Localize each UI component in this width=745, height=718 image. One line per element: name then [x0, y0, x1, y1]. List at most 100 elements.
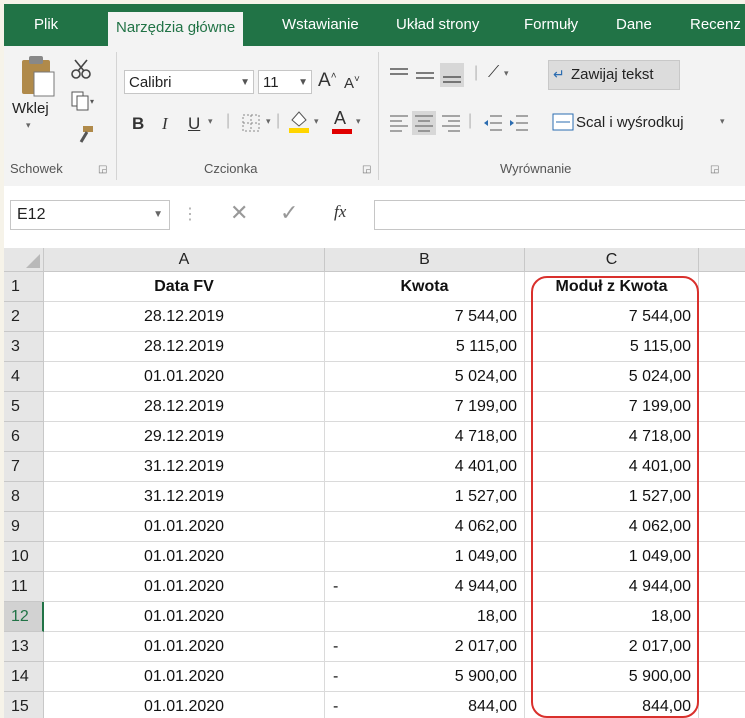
cut-icon[interactable] [70, 58, 92, 80]
alignment-launcher-icon[interactable]: ◲ [710, 164, 719, 175]
cell-abs-amount[interactable]: 4 062,00 [525, 512, 699, 542]
font-color-button[interactable]: A [330, 108, 354, 136]
row-header[interactable]: 13 [4, 632, 44, 662]
cell-amount[interactable]: 7 544,00 [325, 302, 525, 332]
borders-dropdown-icon[interactable]: ▾ [266, 116, 271, 127]
row-header[interactable]: 12 [4, 602, 44, 632]
font-color-dropdown-icon[interactable]: ▾ [356, 116, 361, 127]
cell-date[interactable]: 01.01.2020 [44, 662, 325, 692]
fill-color-icon[interactable] [286, 108, 312, 134]
cell-amount[interactable]: - 2 017,00 [325, 632, 525, 662]
cancel-icon[interactable]: ✕ [230, 200, 248, 226]
cell-abs-amount[interactable]: 5 115,00 [525, 332, 699, 362]
row-header[interactable]: 7 [4, 452, 44, 482]
borders-icon[interactable] [240, 112, 262, 134]
align-right-icon[interactable] [440, 112, 462, 134]
orientation-icon[interactable]: ⟋ [488, 64, 499, 82]
tab-formulas[interactable]: Formuły [524, 4, 578, 46]
empty-cell[interactable] [699, 542, 745, 572]
font-name-combo[interactable]: Calibri ▼ [124, 70, 254, 94]
cell-amount[interactable]: - 5 900,00 [325, 662, 525, 692]
italic-button[interactable]: I [162, 114, 168, 134]
orientation-dropdown-icon[interactable]: ▾ [504, 68, 509, 79]
font-launcher-icon[interactable]: ◲ [362, 164, 371, 175]
select-all-corner[interactable] [4, 248, 44, 272]
tab-review[interactable]: Recenz [690, 4, 741, 46]
header-cell-b[interactable]: Kwota [325, 272, 525, 302]
increase-indent-icon[interactable] [508, 112, 530, 134]
shrink-font-button[interactable]: A˅ [344, 74, 360, 92]
bold-button[interactable]: B [132, 114, 144, 134]
cell-amount[interactable]: 1 527,00 [325, 482, 525, 512]
copy-icon[interactable]: ▾ [70, 90, 96, 112]
row-header[interactable]: 4 [4, 362, 44, 392]
empty-cell[interactable] [699, 602, 745, 632]
cell-amount[interactable]: 5 024,00 [325, 362, 525, 392]
cell-amount[interactable]: 7 199,00 [325, 392, 525, 422]
grow-font-button[interactable]: A˄ [318, 70, 337, 92]
align-middle-icon[interactable] [414, 64, 436, 86]
row-header[interactable]: 11 [4, 572, 44, 602]
cell-date[interactable]: 28.12.2019 [44, 392, 325, 422]
empty-cell[interactable] [699, 692, 745, 718]
cell-amount[interactable]: 18,00 [325, 602, 525, 632]
empty-cell[interactable] [699, 452, 745, 482]
tab-insert[interactable]: Wstawianie [282, 4, 359, 46]
name-box[interactable]: E12 ▼ [10, 200, 170, 230]
row-header[interactable]: 6 [4, 422, 44, 452]
cell-abs-amount[interactable]: 5 024,00 [525, 362, 699, 392]
decrease-indent-icon[interactable] [482, 112, 504, 134]
empty-cell[interactable] [699, 572, 745, 602]
cell-abs-amount[interactable]: 1 527,00 [525, 482, 699, 512]
cell-amount[interactable]: 4 062,00 [325, 512, 525, 542]
cell-abs-amount[interactable]: 4 401,00 [525, 452, 699, 482]
cell-date[interactable]: 28.12.2019 [44, 332, 325, 362]
row-header[interactable]: 10 [4, 542, 44, 572]
cell-abs-amount[interactable]: 18,00 [525, 602, 699, 632]
cell-amount[interactable]: - 844,00 [325, 692, 525, 718]
column-header-b[interactable]: B [325, 248, 525, 272]
underline-dropdown-icon[interactable]: ▾ [208, 116, 213, 127]
empty-cell[interactable] [699, 392, 745, 422]
insert-function-icon[interactable]: fx [334, 202, 346, 222]
empty-cell[interactable] [699, 272, 745, 302]
cell-abs-amount[interactable]: 7 199,00 [525, 392, 699, 422]
cell-abs-amount[interactable]: 844,00 [525, 692, 699, 718]
cell-date[interactable]: 01.01.2020 [44, 602, 325, 632]
row-header[interactable]: 2 [4, 302, 44, 332]
empty-cell[interactable] [699, 662, 745, 692]
empty-cell[interactable] [699, 362, 745, 392]
cell-date[interactable]: 01.01.2020 [44, 542, 325, 572]
fill-color-dropdown-icon[interactable]: ▾ [314, 116, 319, 127]
empty-cell[interactable] [699, 512, 745, 542]
align-top-icon[interactable] [388, 64, 410, 86]
tab-data[interactable]: Dane [616, 4, 652, 46]
column-header-d[interactable] [699, 248, 745, 272]
clipboard-launcher-icon[interactable]: ◲ [98, 164, 107, 175]
cell-date[interactable]: 01.01.2020 [44, 632, 325, 662]
cell-abs-amount[interactable]: 4 718,00 [525, 422, 699, 452]
empty-cell[interactable] [699, 632, 745, 662]
underline-button[interactable]: U [188, 114, 200, 134]
row-header[interactable]: 1 [4, 272, 44, 302]
empty-cell[interactable] [699, 302, 745, 332]
row-header[interactable]: 14 [4, 662, 44, 692]
column-header-c[interactable]: C [525, 248, 699, 272]
cell-amount[interactable]: 4 718,00 [325, 422, 525, 452]
cell-amount[interactable]: 5 115,00 [325, 332, 525, 362]
row-header[interactable]: 8 [4, 482, 44, 512]
cell-date[interactable]: 01.01.2020 [44, 692, 325, 718]
tab-page-layout[interactable]: Układ strony [396, 4, 479, 46]
cell-amount[interactable]: 1 049,00 [325, 542, 525, 572]
empty-cell[interactable] [699, 482, 745, 512]
row-header[interactable]: 9 [4, 512, 44, 542]
cell-date[interactable]: 31.12.2019 [44, 452, 325, 482]
formula-input[interactable] [374, 200, 745, 230]
cell-date[interactable]: 29.12.2019 [44, 422, 325, 452]
empty-cell[interactable] [699, 332, 745, 362]
wrap-text-button[interactable]: ↵ Zawijaj tekst [548, 60, 680, 90]
cell-abs-amount[interactable]: 5 900,00 [525, 662, 699, 692]
merge-center-button[interactable]: Scal i wyśrodkuj ▾ [548, 108, 738, 138]
cell-date[interactable]: 01.01.2020 [44, 512, 325, 542]
format-painter-icon[interactable] [74, 124, 96, 146]
